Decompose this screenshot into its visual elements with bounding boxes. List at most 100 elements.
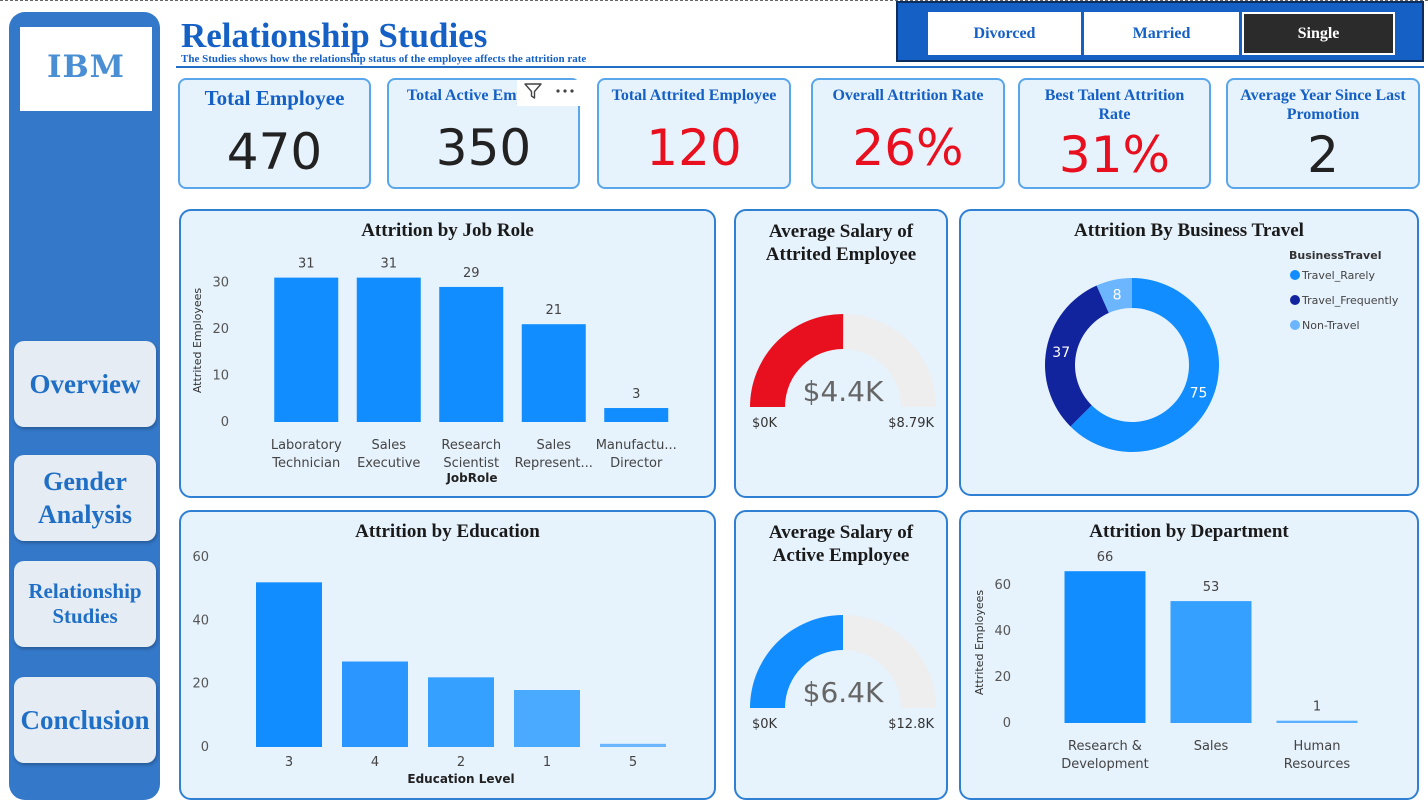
slicer-option-married[interactable]: Married [1084, 12, 1239, 55]
gauge-min-label: $0K [752, 416, 778, 431]
bar [256, 582, 322, 747]
bar [274, 277, 339, 422]
x-tick-label: Laboratory [271, 438, 342, 453]
donut-business-travel: 75 37 8 BusinessTravel Travel_Rarely Travel_F… [1045, 249, 1399, 452]
slicer-option-single[interactable]: Single [1242, 12, 1395, 55]
gauge-min-label: $0K [752, 717, 778, 732]
y-tick-label: 40 [192, 613, 209, 628]
data-label: 3 [632, 387, 640, 402]
x-tick-label: Development [1061, 757, 1149, 772]
kpi-value: 31% [1058, 126, 1171, 184]
kpi-value: 26% [852, 119, 964, 177]
x-tick-label: 3 [285, 755, 293, 770]
nav-label: Gender Analysis [38, 467, 132, 529]
bar [439, 286, 504, 422]
legend-label: Travel_Frequently [1301, 294, 1399, 307]
nav-overview-button[interactable]: Overview [14, 341, 156, 427]
more-options-icon[interactable] [554, 81, 576, 105]
slicer-option-divorced[interactable]: Divorced [928, 12, 1081, 55]
bar [600, 743, 666, 747]
kpi-label: Best Talent Attrition Rate [1044, 87, 1185, 123]
gauge-salary-active: $6.4K $0K $12.8K [750, 615, 936, 732]
y-tick-label: 20 [994, 670, 1011, 685]
y-tick-label: 10 [212, 368, 229, 383]
x-tick-label: Scientist [443, 456, 499, 471]
panel-salary-attrited: Average Salary of Attrited Employee $4.4… [734, 209, 948, 498]
data-label: 1 [1313, 700, 1321, 715]
x-tick-label: Sales [371, 438, 406, 453]
kpi-value: 350 [435, 119, 532, 177]
x-tick-label: 2 [457, 755, 465, 770]
gauge-max-label: $12.8K [888, 717, 934, 732]
legend-label: Travel_Rarely [1301, 269, 1375, 282]
kpi-label: Total Attrited Employee [611, 87, 777, 104]
x-tick-label: Manufactu... [596, 438, 677, 453]
chart-attrition-by-job-role: 0 10 20 30 Attrited Employees 31 Laboratory Tec… [191, 257, 677, 485]
bar [514, 690, 580, 747]
nav-gender-analysis-button[interactable]: Gender Analysis [14, 455, 156, 541]
slice-label: 75 [1190, 386, 1208, 402]
bar [521, 324, 586, 422]
y-tick-label: 20 [212, 322, 229, 337]
gauge-value: $6.4K [803, 676, 884, 709]
x-tick-label: Resources [1284, 757, 1351, 772]
chart-attrition-by-department: 0 20 40 60 Attrited Employees 66 Research & Dev… [973, 550, 1358, 772]
x-tick-label: Human [1294, 739, 1341, 754]
ibm-logo: IBM [20, 27, 152, 111]
filter-icon[interactable] [523, 81, 543, 105]
x-tick-label: Represent... [515, 456, 593, 471]
gauge-salary-attrited: $4.4K $0K $8.79K [750, 314, 936, 431]
x-tick-label: Research & [1068, 739, 1142, 754]
page-title: Relationship Studies [181, 16, 488, 55]
y-tick-label: 0 [201, 740, 209, 755]
bar [604, 408, 669, 422]
visual-header [517, 80, 581, 106]
legend-title: BusinessTravel [1289, 249, 1381, 262]
x-tick-label: Director [610, 456, 663, 471]
bar [1170, 601, 1252, 723]
y-tick-label: 20 [192, 677, 209, 692]
panel-attrition-by-education: Attrition by Education 0 20 40 60 3 4 2 1 5 Educa… [179, 510, 716, 800]
nav-label: Overview [29, 368, 141, 399]
gauge-max-label: $8.79K [888, 416, 934, 431]
bar [356, 277, 421, 422]
x-axis-label: JobRole [445, 471, 497, 485]
legend-marker [1290, 295, 1300, 305]
x-tick-label: 1 [543, 755, 551, 770]
kpi-card-total-employee: Total Employee 470 [178, 78, 371, 189]
x-tick-label: Sales [536, 438, 571, 453]
slicer-label: Single [1297, 24, 1340, 42]
kpi-card-average-year-since-last-promotion: Average Year Since Last Promotion 2 [1226, 78, 1420, 189]
x-tick-label: 4 [371, 755, 379, 770]
y-tick-label: 60 [994, 578, 1011, 593]
kpi-label: Average Year Since Last Promotion [1240, 87, 1406, 123]
bar [1276, 720, 1358, 723]
chart-attrition-by-education: 0 20 40 60 3 4 2 1 5 Education Level [192, 550, 666, 786]
slicer-label: Divorced [973, 24, 1036, 42]
x-tick-label: 5 [629, 755, 637, 770]
data-label: 66 [1097, 550, 1114, 565]
legend-marker [1290, 320, 1300, 330]
nav-relationship-studies-button[interactable]: Relationship Studies [14, 561, 156, 647]
panel-attrition-by-job-role: Attrition by Job Role 0 10 20 30 Attrited Em… [179, 209, 716, 498]
bar [428, 677, 494, 747]
x-tick-label: Sales [1194, 739, 1229, 754]
nav-label: Conclusion [20, 704, 150, 735]
legend-marker [1290, 270, 1300, 280]
nav-label: Relationship Studies [28, 579, 142, 628]
slice-label: 37 [1052, 345, 1070, 361]
y-tick-label: 0 [1003, 716, 1011, 731]
kpi-card-total-attrited-employee: Total Attrited Employee 120 [597, 78, 791, 189]
y-axis-label: Attrited Employees [191, 288, 204, 394]
logo-text: IBM [46, 49, 126, 85]
y-axis-label: Attrited Employees [973, 590, 986, 696]
data-label: 29 [463, 266, 480, 281]
title-divider [176, 66, 1424, 68]
legend-label: Non-Travel [1302, 319, 1360, 332]
page-subtitle: The Studies shows how the relationship s… [181, 53, 587, 65]
kpi-card-best-talent-attrition-rate: Best Talent Attrition Rate 31% [1018, 78, 1211, 189]
nav-conclusion-button[interactable]: Conclusion [14, 677, 156, 763]
marital-status-slicer: Divorced Married Single [896, 1, 1424, 62]
panel-salary-active: Average Salary of Active Employee $6.4K $… [734, 510, 948, 800]
data-label: 31 [380, 257, 397, 272]
